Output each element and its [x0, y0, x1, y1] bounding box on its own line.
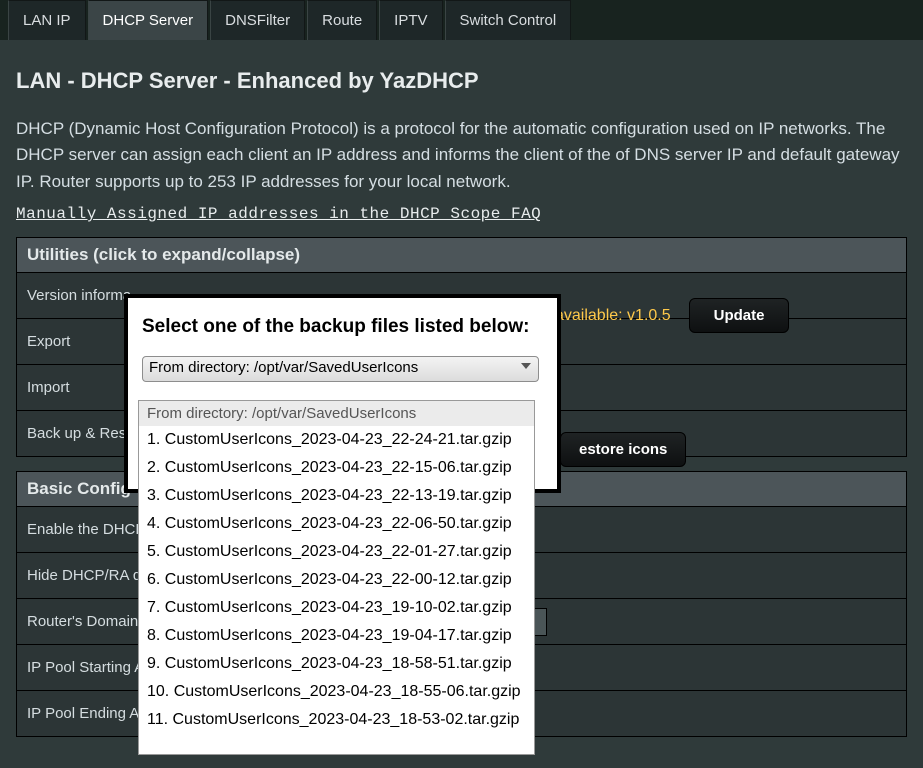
tab-dhcp-server[interactable]: DHCP Server: [88, 0, 209, 40]
list-item[interactable]: 7. CustomUserIcons_2023-04-23_19-10-02.t…: [139, 594, 534, 622]
list-item[interactable]: 5. CustomUserIcons_2023-04-23_22-01-27.t…: [139, 538, 534, 566]
tab-lan-ip[interactable]: LAN IP: [8, 0, 86, 40]
utilities-header[interactable]: Utilities (click to expand/collapse): [17, 238, 906, 272]
version-available-text: available: v1.0.5: [555, 307, 671, 325]
tab-strip: LAN IP DHCP Server DNSFilter Route IPTV …: [0, 0, 923, 40]
update-button[interactable]: Update: [689, 298, 790, 333]
tab-switch-control[interactable]: Switch Control: [445, 0, 572, 40]
list-item[interactable]: 3. CustomUserIcons_2023-04-23_22-13-19.t…: [139, 482, 534, 510]
list-item[interactable]: 9. CustomUserIcons_2023-04-23_18-58-51.t…: [139, 650, 534, 678]
modal-title: Select one of the backup files listed be…: [142, 316, 543, 338]
faq-link[interactable]: Manually Assigned IP addresses in the DH…: [16, 205, 541, 223]
list-item[interactable]: 6. CustomUserIcons_2023-04-23_22-00-12.t…: [139, 566, 534, 594]
restore-icons-button[interactable]: estore icons: [560, 432, 686, 467]
tab-dnsfilter[interactable]: DNSFilter: [210, 0, 305, 40]
list-item[interactable]: 1. CustomUserIcons_2023-04-23_22-24-21.t…: [139, 426, 534, 454]
tab-iptv[interactable]: IPTV: [379, 0, 442, 40]
list-item[interactable]: 11. CustomUserIcons_2023-04-23_18-53-02.…: [139, 706, 534, 734]
tab-route[interactable]: Route: [307, 0, 377, 40]
page-title: LAN - DHCP Server - Enhanced by YazDHCP: [16, 68, 907, 94]
list-item[interactable]: 4. CustomUserIcons_2023-04-23_22-06-50.t…: [139, 510, 534, 538]
backup-directory-select[interactable]: From directory: /opt/var/SavedUserIcons: [142, 356, 539, 382]
list-item[interactable]: 2. CustomUserIcons_2023-04-23_22-15-06.t…: [139, 454, 534, 482]
list-item[interactable]: 10. CustomUserIcons_2023-04-23_18-55-06.…: [139, 678, 534, 706]
list-item[interactable]: 8. CustomUserIcons_2023-04-23_19-04-17.t…: [139, 622, 534, 650]
listbox-group-label: From directory: /opt/var/SavedUserIcons: [139, 401, 534, 426]
backup-file-listbox[interactable]: From directory: /opt/var/SavedUserIcons …: [138, 400, 535, 755]
page-description: DHCP (Dynamic Host Configuration Protoco…: [16, 116, 907, 195]
